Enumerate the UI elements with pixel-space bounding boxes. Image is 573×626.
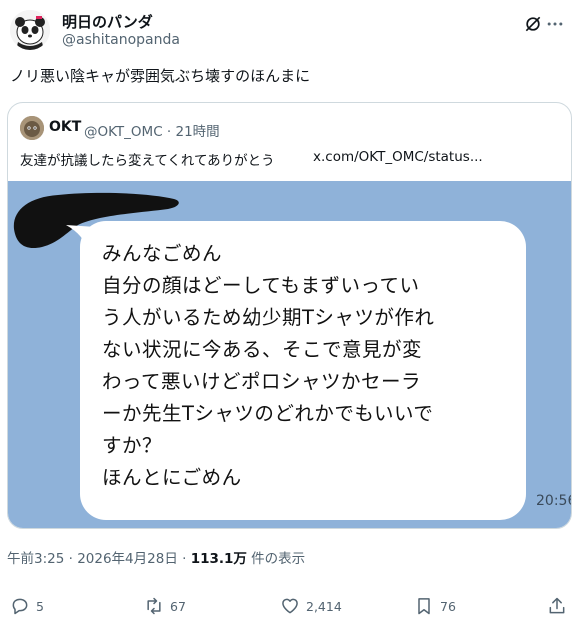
quote-link[interactable]: x.com/OKT_OMC/status... (313, 149, 483, 165)
bookmark-icon (418, 598, 430, 615)
quote-image[interactable]: みんなごめん 自分の顔はどーしてもまずいってい う人がいるため幼少期Tシャツが作… (8, 181, 571, 528)
grok-icon[interactable] (523, 14, 543, 34)
repost-count: 67 (170, 598, 186, 614)
author-avatar[interactable] (10, 10, 50, 50)
message-line: ない状況に今ある、そこで意見が変 (102, 338, 423, 361)
bookmark-button[interactable]: 76 (414, 594, 456, 618)
author-display-name[interactable]: 明日のパンダ (62, 11, 153, 32)
quote-author-avatar[interactable] (20, 116, 44, 140)
quote-author-name[interactable]: OKT (49, 119, 81, 135)
views-count: 113.1万 (190, 551, 247, 567)
message-line: ーか先生Tシャツのどれかでもいいで (102, 402, 434, 425)
message-line: みんなごめん (102, 242, 223, 265)
message-line: う人がいるため幼少期Tシャツが作れ (102, 306, 435, 329)
message-line: ほんとにごめん (102, 466, 242, 489)
author-handle[interactable]: @ashitanopanda (62, 32, 180, 48)
message-timestamp: 20:56 (536, 493, 571, 509)
repost-icon (147, 597, 161, 615)
post-timestamp[interactable]: 午前3:25 · 2026年4月28日 · (7, 551, 191, 567)
share-icon (549, 597, 565, 614)
reply-button[interactable]: 5 (10, 594, 44, 618)
quote-text: 友達が抗議したら変えてくれてありがとう (20, 153, 275, 169)
post-meta: 午前3:25 · 2026年4月28日 · 113.1万 件の表示 (7, 547, 305, 567)
message-line: 自分の顔はどーしてもまずいってい (102, 274, 420, 297)
message-line: わって悪いけどポロシャツかセーラ (102, 370, 422, 393)
post-text: ノリ悪い陰キャが雰囲気ぶち壊すのほんまに (10, 67, 311, 85)
share-button[interactable] (547, 594, 567, 618)
like-count: 2,414 (306, 598, 342, 614)
repost-button[interactable]: 67 (144, 594, 186, 618)
more-options-icon[interactable] (545, 14, 565, 34)
bookmark-count: 76 (440, 598, 456, 614)
post-header: 明日のパンダ @ashitanopanda (10, 8, 565, 54)
like-button[interactable]: 2,414 (280, 594, 342, 618)
views-suffix: 件の表示 (246, 551, 306, 567)
action-bar: 5 67 2,414 76 (0, 588, 573, 624)
reply-count: 5 (36, 598, 44, 614)
quoted-post[interactable]: OKT @OKT_OMC · 21時間 友達が抗議したら変えてくれてありがとう … (7, 102, 572, 529)
quote-author-meta: @OKT_OMC · 21時間 (84, 124, 220, 140)
reply-icon (12, 598, 28, 615)
message-line: すか？ (102, 434, 163, 457)
heart-icon (282, 598, 298, 614)
